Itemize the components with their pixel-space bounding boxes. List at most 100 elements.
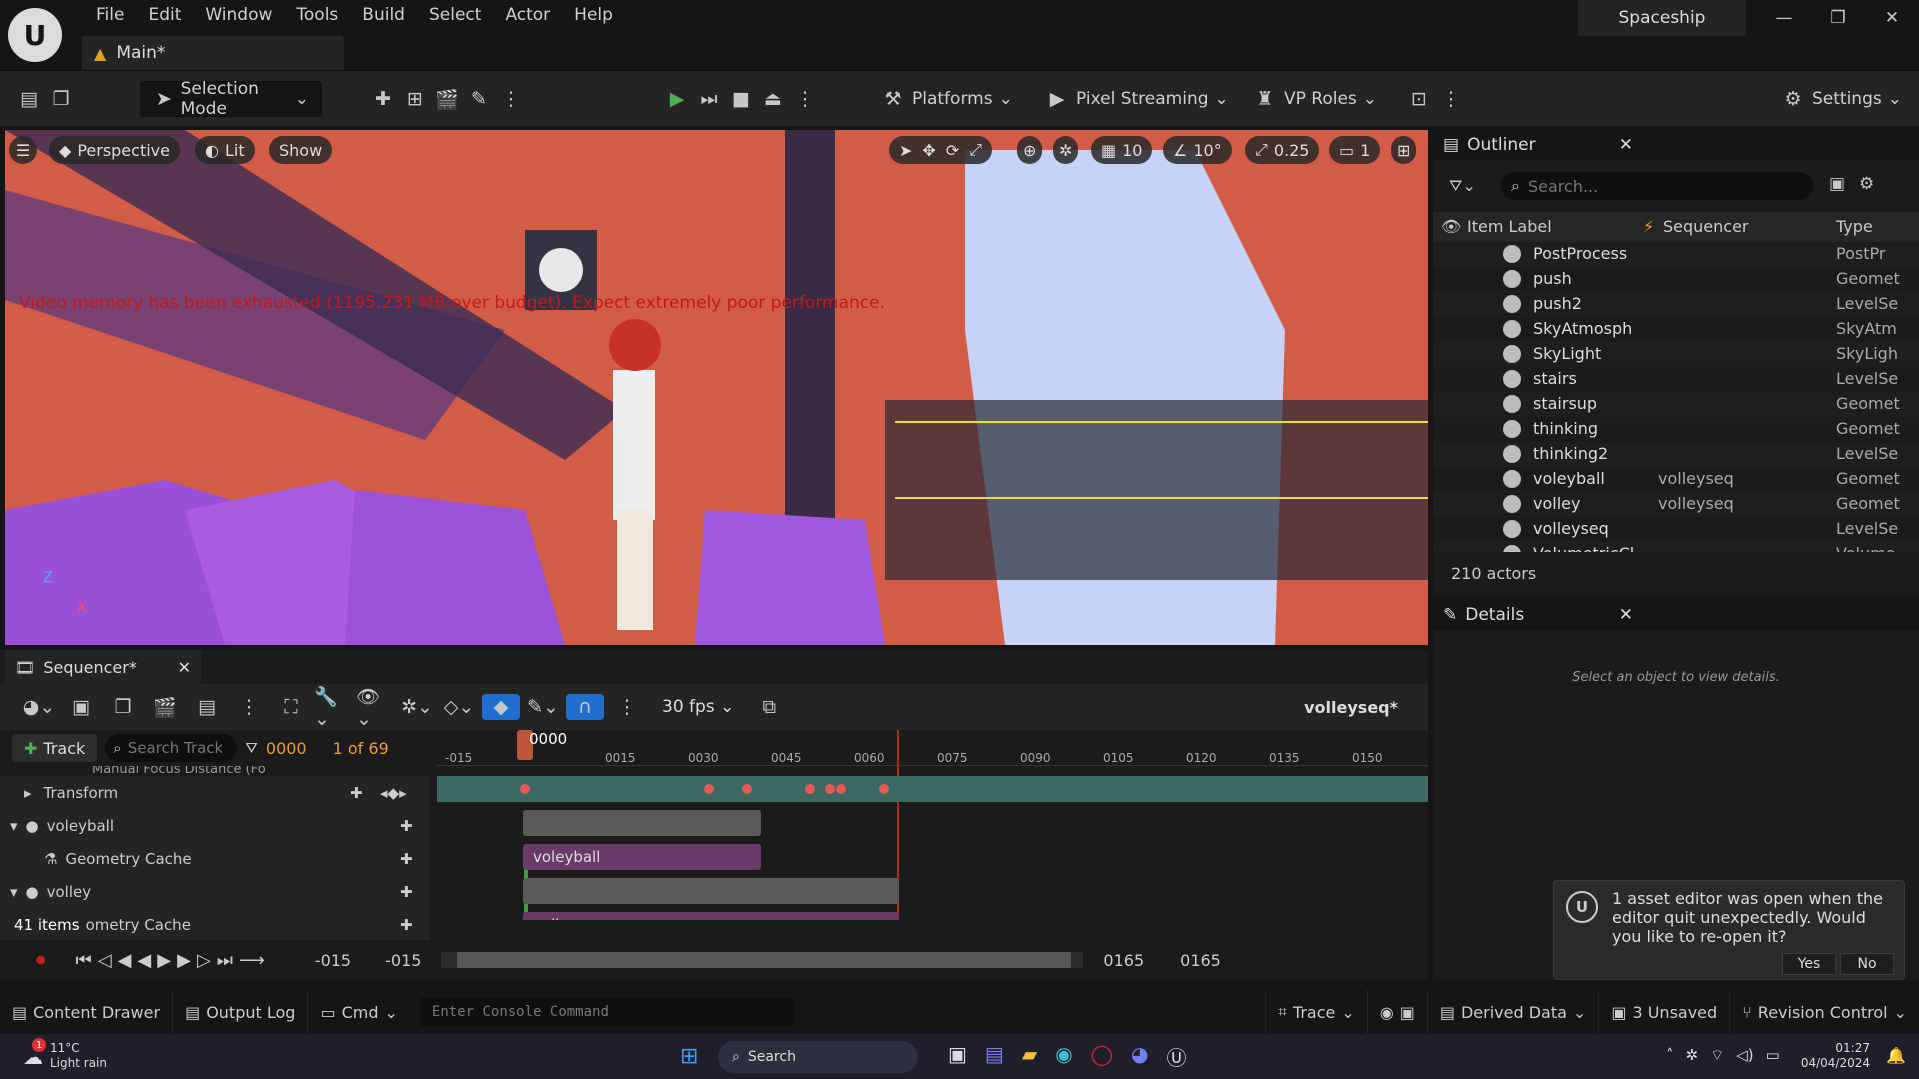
close-window-button[interactable]: ✕ — [1865, 0, 1919, 36]
volley-section[interactable] — [523, 878, 899, 904]
track-row-geometry-cache[interactable]: ⚗ Geometry Cache ✚ — [0, 842, 430, 875]
blueprint-icon[interactable]: ⊞ — [402, 86, 428, 112]
step-icon[interactable]: ⏭ — [696, 86, 722, 112]
eject-icon[interactable]: ⏏ — [760, 86, 786, 112]
item-label-column[interactable]: Item Label — [1467, 217, 1552, 236]
viewport-menu-button[interactable]: ☰ — [9, 136, 37, 164]
add-actor-icon[interactable]: ✚ — [370, 86, 396, 112]
track-row-voleyball[interactable]: ▾ ● voleyball ✚ — [0, 809, 430, 842]
collapse-arrow-icon[interactable]: ▾ — [10, 883, 18, 901]
track-row-volley[interactable]: ▾ ● volley ✚ — [0, 875, 430, 908]
clapper-icon[interactable]: ▤ — [188, 694, 226, 720]
battery-icon[interactable]: ▭ — [1766, 1046, 1780, 1065]
weather-widget[interactable]: 11°C Light rain — [50, 1041, 107, 1071]
tray-chevron-icon[interactable]: ˄ — [1666, 1046, 1674, 1065]
outliner-row[interactable]: PostProcess PostPr — [1433, 242, 1919, 267]
prev-key-icon[interactable]: ◁ — [98, 950, 118, 971]
render-icon[interactable]: 🎬 — [146, 694, 184, 720]
menu-tools[interactable]: Tools — [284, 5, 350, 25]
output-log-button[interactable]: ▤ Output Log — [173, 990, 309, 1034]
record-icon[interactable]: ⏺ — [36, 949, 46, 971]
volume-icon[interactable]: ◁) — [1736, 1046, 1753, 1065]
auto-key-icon[interactable]: ◆ — [482, 694, 520, 720]
rotation-snap-button[interactable]: ∠ 10° — [1163, 136, 1232, 164]
play-icon[interactable]: ▶ — [157, 950, 177, 971]
scrollbar-thumb[interactable] — [457, 952, 1072, 968]
details-tab[interactable]: ✎ Details ✕ — [1443, 605, 1643, 625]
modes-icon[interactable]: ✎ — [466, 86, 492, 112]
unreal-taskbar-icon[interactable]: Ⓤ — [1167, 1042, 1187, 1071]
outliner-row[interactable]: stairs LevelSe — [1433, 367, 1919, 392]
layout-button[interactable]: ⊞ — [1391, 136, 1417, 164]
actions-icon[interactable]: ⛶ — [272, 694, 310, 720]
playback-options-icon[interactable]: ✲⌄ — [398, 694, 436, 720]
current-frame[interactable]: 0000 — [266, 739, 307, 758]
tray-app-icon[interactable]: ✲ — [1686, 1046, 1699, 1065]
sequencer-timeline[interactable]: -015 0015 0030 0045 0060 0075 0090 0105 … — [437, 730, 1428, 920]
task-view-icon[interactable]: ▣ — [948, 1042, 967, 1071]
clock[interactable]: 01:27 04/04/2024 — [1800, 1041, 1870, 1071]
close-icon[interactable]: ✕ — [1619, 605, 1633, 625]
add-key-icon[interactable]: ✚ — [400, 916, 413, 934]
timeline-scrollbar[interactable] — [441, 952, 1084, 968]
selection-mode-dropdown[interactable]: ➤ Selection Mode ⌄ — [140, 79, 322, 119]
type-column[interactable]: Type — [1836, 217, 1873, 236]
stop-icon[interactable]: ■ — [728, 86, 754, 112]
sequencer-column[interactable]: Sequencer — [1663, 217, 1749, 236]
voleyball-section[interactable] — [523, 810, 761, 836]
range-end-field[interactable]: 0165 — [1180, 951, 1221, 970]
save-icon[interactable]: ▤ — [16, 86, 42, 112]
unsaved-button[interactable]: ▣ 3 Unsaved — [1599, 990, 1731, 1034]
more-icon[interactable]: ⋮ — [1438, 86, 1464, 112]
outliner-row[interactable]: push2 LevelSe — [1433, 292, 1919, 317]
next-key-icon[interactable]: ▷ — [197, 950, 217, 971]
outliner-row[interactable]: stairsup Geomet — [1433, 392, 1919, 417]
tools-icon[interactable]: 🔧⌄ — [314, 686, 352, 730]
menu-help[interactable]: Help — [562, 5, 625, 25]
track-search-input[interactable]: ⌕ Search Tracks — [105, 734, 238, 762]
keyframe[interactable] — [742, 784, 752, 794]
teams-icon[interactable]: ▤ — [985, 1042, 1004, 1071]
level-tab-main[interactable]: ▲ Main* — [82, 36, 344, 70]
view-start-field[interactable]: -015 — [385, 951, 421, 970]
vp-roles-dropdown[interactable]: ♜ VP Roles ⌄ — [1252, 81, 1377, 117]
rotate-tool-icon[interactable]: ⟳ — [946, 141, 959, 160]
cmd-dropdown[interactable]: ▭ Cmd ⌄ — [308, 990, 409, 1034]
jump-end-icon[interactable]: ⏭ — [217, 950, 239, 971]
maximize-button[interactable]: ❐ — [1811, 0, 1865, 36]
wifi-icon[interactable]: ⌔ — [1710, 1046, 1724, 1065]
browse-sequence-icon[interactable]: ❐ — [104, 694, 142, 720]
filter-icon[interactable]: ⛛⌄ — [1449, 176, 1476, 196]
close-icon[interactable]: ✕ — [1619, 135, 1633, 155]
platforms-dropdown[interactable]: ⚒ Platforms ⌄ — [880, 81, 1012, 117]
play-reverse-icon[interactable]: ◀ — [137, 950, 157, 971]
outliner-row[interactable]: voleyball volleyseq Geomet — [1433, 467, 1919, 492]
close-icon[interactable]: ✕ — [178, 658, 191, 677]
outliner-row[interactable]: SkyLight SkyLigh — [1433, 342, 1919, 367]
level-viewport[interactable]: ☰ ◆ Perspective ◐ Lit Show ➤ ✥ ⟳ ⤢ ⊕ ✲ ▦… — [5, 130, 1428, 645]
outliner-row[interactable]: volleyseq LevelSe — [1433, 517, 1919, 542]
more-icon[interactable]: ⋮ — [608, 694, 646, 720]
opera-icon[interactable]: ◯ — [1091, 1042, 1113, 1071]
taskbar-search[interactable]: ⌕ Search — [718, 1041, 918, 1073]
track-row-geometry-cache-2[interactable]: 41 items ometry Cache ✚ — [0, 908, 430, 941]
outliner-row[interactable]: volley volleyseq Geomet — [1433, 492, 1919, 517]
minimize-button[interactable]: — — [1757, 0, 1811, 36]
add-key-icon[interactable]: ✚ — [400, 883, 413, 901]
scale-tool-icon[interactable]: ⤢ — [969, 140, 982, 160]
visibility-column-icon[interactable]: 👁 — [1441, 217, 1461, 236]
outliner-row[interactable]: thinking Geomet — [1433, 417, 1919, 442]
outliner-search-input[interactable]: ⌕ Search... — [1501, 172, 1813, 200]
step-forward-icon[interactable]: ▶ — [177, 950, 197, 971]
translate-tool-icon[interactable]: ✥ — [922, 141, 935, 160]
revision-control-dropdown[interactable]: ⑂ Revision Control ⌄ — [1730, 990, 1919, 1034]
perspective-button[interactable]: ◆ Perspective — [49, 136, 180, 164]
scale-snap-button[interactable]: ⤢ 0.25 — [1245, 136, 1320, 164]
keyframe[interactable] — [704, 784, 714, 794]
grid-snap-button[interactable]: ▦ 10 — [1091, 136, 1153, 164]
time-ruler[interactable]: -015 0015 0030 0045 0060 0075 0090 0105 … — [437, 730, 1428, 766]
lit-button[interactable]: ◐ Lit — [195, 136, 255, 164]
track-row-transform[interactable]: ▸ Transform ✚ ◂◆▸ — [0, 776, 430, 809]
content-drawer-button[interactable]: ▤ Content Drawer — [0, 990, 174, 1034]
loop-icon[interactable]: ⟶ — [239, 950, 271, 971]
